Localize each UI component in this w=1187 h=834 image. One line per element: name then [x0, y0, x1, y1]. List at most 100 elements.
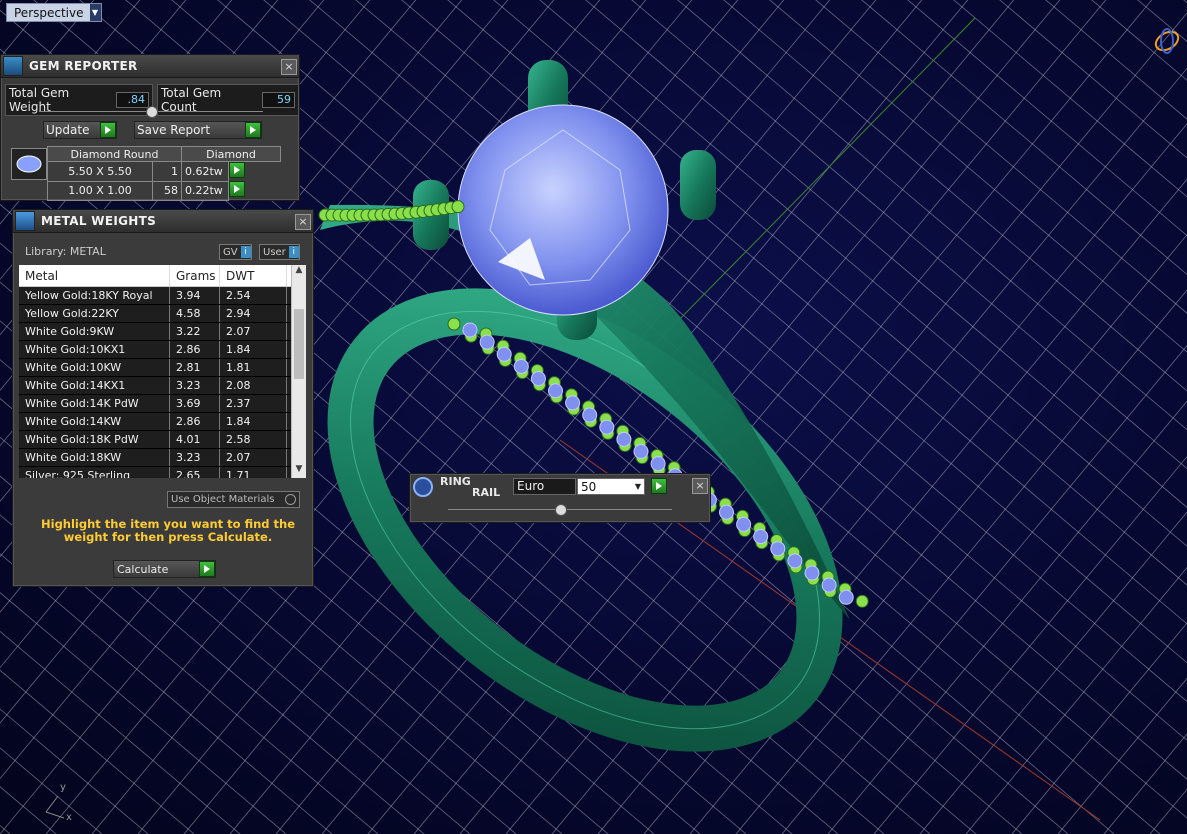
chevron-down-icon[interactable]: ▼	[89, 4, 101, 21]
radio-icon	[285, 494, 296, 505]
size-standard-field[interactable]: Euro	[513, 478, 576, 495]
table-row[interactable]: White Gold:18K PdW 4.01 2.58	[19, 431, 306, 449]
gem-weight: 0.22tw	[181, 180, 229, 201]
metal-grams: 2.65	[170, 467, 220, 478]
ring-size-select[interactable]: 50 ▼	[577, 478, 645, 495]
metal-table-body: Yellow Gold:18KY Royal 3.94 2.54 Yellow Gol…	[19, 287, 306, 478]
info-icon: i	[288, 246, 299, 258]
metal-name: White Gold:10KX1	[19, 341, 170, 358]
ring-rail-title-1: RING	[440, 475, 471, 488]
metal-table-scrollbar[interactable]: ▲ ▼	[291, 265, 306, 478]
table-row[interactable]: White Gold:14K PdW 3.69 2.37	[19, 395, 306, 413]
ring-rail-panel: RING RAIL Euro 50 ▼ ×	[409, 473, 711, 523]
play-icon[interactable]	[229, 162, 245, 178]
scroll-thumb[interactable]	[294, 309, 304, 379]
metal-weights-titlebar[interactable]: METAL WEIGHTS	[13, 210, 313, 233]
user-toggle[interactable]: User i	[259, 244, 300, 260]
gem-count: 58	[152, 180, 182, 201]
metal-name: Silver:.925 Sterling	[19, 467, 170, 478]
gem-table-header-shape: Diamond Round	[47, 146, 182, 162]
metal-name: White Gold:9KW	[19, 323, 170, 340]
save-report-label: Save Report	[137, 123, 211, 137]
axis-x-label: x	[66, 812, 72, 823]
calculate-label: Calculate	[117, 562, 169, 576]
column-grams[interactable]: Grams	[170, 265, 220, 286]
metal-table-header: Metal Grams DWT	[19, 265, 306, 287]
total-gem-count-label: Total Gem Count	[161, 86, 222, 114]
metal-table[interactable]: Metal Grams DWT Yellow Gold:18KY Royal 3.…	[19, 265, 306, 478]
metal-name: White Gold:18KW	[19, 449, 170, 466]
play-icon	[245, 122, 261, 138]
info-icon: i	[240, 246, 251, 258]
metal-dwt: 1.84	[220, 413, 287, 430]
viewport-label[interactable]: Perspective ▼	[6, 3, 102, 22]
ring-rail-slider-handle[interactable]	[555, 504, 567, 516]
instruction-text: Highlight the item you want to find the …	[41, 517, 295, 544]
close-icon[interactable]: ×	[692, 478, 708, 494]
metal-grams: 2.86	[170, 413, 220, 430]
metal-grams: 2.86	[170, 341, 220, 358]
metal-dwt: 2.07	[220, 323, 287, 340]
ring-rail-title-2: RAIL	[472, 486, 501, 499]
metal-name: Yellow Gold:22KY	[19, 305, 170, 322]
table-row[interactable]: White Gold:18KW 3.23 2.07	[19, 449, 306, 467]
gem-reporter-slider-handle[interactable]	[146, 106, 158, 118]
play-icon	[100, 122, 116, 138]
scroll-down-icon[interactable]: ▼	[292, 464, 306, 478]
metal-dwt: 1.71	[220, 467, 287, 478]
scale-icon	[15, 211, 35, 231]
column-metal[interactable]: Metal	[19, 265, 170, 286]
table-row[interactable]: Silver:.925 Sterling 2.65 1.71	[19, 467, 306, 478]
table-row[interactable]: White Gold:10KX1 2.86 1.84	[19, 341, 306, 359]
total-gem-count-value: 59	[261, 92, 295, 108]
play-icon[interactable]	[229, 181, 245, 197]
gem-reporter-icon	[3, 56, 23, 76]
chevron-down-icon[interactable]: ▼	[635, 482, 644, 491]
table-row[interactable]: White Gold:10KW 2.81 1.81	[19, 359, 306, 377]
orbit-gizmo-icon[interactable]	[1152, 24, 1182, 58]
metal-grams: 3.23	[170, 449, 220, 466]
table-row[interactable]: White Gold:9KW 3.22 2.07	[19, 323, 306, 341]
update-label: Update	[46, 123, 90, 137]
calculate-button[interactable]: Calculate	[113, 560, 216, 578]
metal-grams: 2.81	[170, 359, 220, 376]
use-object-materials-toggle[interactable]: Use Object Materials	[167, 491, 300, 508]
table-row[interactable]: White Gold:14KW 2.86 1.84	[19, 413, 306, 431]
gem-reporter-panel: GEM REPORTER × Total Gem Weight .84 Tota…	[0, 54, 300, 201]
table-row[interactable]: Yellow Gold:18KY Royal 3.94 2.54	[19, 287, 306, 305]
metal-dwt: 2.37	[220, 395, 287, 412]
save-report-button[interactable]: Save Report	[134, 121, 262, 139]
update-button[interactable]: Update	[43, 121, 117, 139]
gv-label: GV	[223, 246, 238, 258]
axis-y-label: y	[60, 782, 66, 793]
metal-grams: 4.58	[170, 305, 220, 322]
gv-toggle[interactable]: GV i	[219, 244, 252, 260]
metal-name: Yellow Gold:18KY Royal	[19, 287, 170, 304]
metal-dwt: 2.94	[220, 305, 287, 322]
use-object-materials-label: Use Object Materials	[171, 494, 275, 505]
gem-reporter-titlebar[interactable]: GEM REPORTER	[1, 55, 299, 78]
gem-count: 1	[152, 161, 182, 182]
table-row[interactable]: White Gold:14KX1 3.23 2.08	[19, 377, 306, 395]
scroll-up-icon[interactable]: ▲	[292, 265, 306, 279]
gem-weight: 0.62tw	[181, 161, 229, 182]
axis-indicator: y x	[38, 782, 78, 823]
metal-name: White Gold:18K PdW	[19, 431, 170, 448]
metal-weights-panel: METAL WEIGHTS × Library: METAL GV i User…	[12, 209, 314, 587]
table-row[interactable]: Yellow Gold:22KY 4.58 2.94	[19, 305, 306, 323]
column-dwt[interactable]: DWT	[220, 265, 287, 286]
metal-dwt: 2.58	[220, 431, 287, 448]
gem-thumbnail	[11, 148, 47, 180]
gem-table-row[interactable]: 5.50 X 5.50 1 0.62tw	[47, 161, 281, 182]
play-icon[interactable]	[651, 478, 667, 494]
close-icon[interactable]: ×	[281, 59, 297, 75]
viewport-title: Perspective	[14, 5, 84, 20]
gem-size: 1.00 X 1.00	[47, 180, 153, 201]
total-gem-weight-value: .84	[115, 92, 149, 108]
metal-name: White Gold:10KW	[19, 359, 170, 376]
metal-dwt: 1.81	[220, 359, 287, 376]
metal-dwt: 2.54	[220, 287, 287, 304]
close-icon[interactable]: ×	[295, 214, 311, 230]
gem-table-header-type: Diamond	[181, 146, 281, 162]
gem-table-row[interactable]: 1.00 X 1.00 58 0.22tw	[47, 180, 281, 201]
